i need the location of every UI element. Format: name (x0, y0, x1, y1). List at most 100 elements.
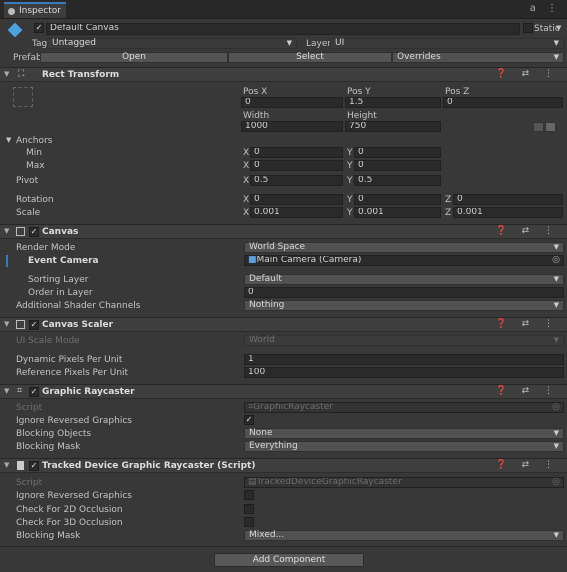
script-value: TrackedDeviceGraphicRaycaster (256, 477, 402, 487)
chevron-down-icon: ▼ (553, 429, 559, 437)
max-y-field[interactable]: 0 (354, 160, 441, 171)
component-menu-icons[interactable]: ❓ ⇄ ⋮ (496, 386, 559, 396)
tag-dropdown[interactable]: Untagged ▼ (47, 38, 297, 49)
max-x-field[interactable]: 0 (250, 160, 343, 171)
scale-z-field[interactable]: 0.001 (453, 207, 563, 218)
axis-z-label: Z (445, 208, 452, 218)
event-camera-value: Main Camera (Camera) (256, 255, 362, 265)
script-value: GraphicRaycaster (253, 402, 333, 412)
layer-dropdown[interactable]: UI ▼ (330, 38, 564, 49)
object-picker-icon[interactable]: ◎ (552, 256, 560, 265)
axis-x-label: X (243, 176, 250, 186)
prefab-select-button[interactable]: Select (228, 52, 392, 63)
graphic-raycaster-enabled-checkbox[interactable]: ✓ (29, 387, 39, 397)
pos-x-field[interactable]: 0 (241, 97, 343, 108)
canvas-scaler-enabled-checkbox[interactable]: ✓ (29, 320, 39, 330)
dynamic-ppu-field[interactable]: 1 (244, 354, 564, 365)
gameobject-cube-icon (7, 22, 23, 38)
chevron-down-icon: ▼ (553, 39, 559, 47)
prefab-open-button[interactable]: Open (40, 52, 228, 63)
event-camera-highlight-bar (6, 255, 8, 267)
object-picker-icon: ◎ (552, 402, 560, 412)
layer-label: Layer (306, 39, 332, 49)
static-checkbox[interactable] (523, 23, 533, 33)
raw-edit-button[interactable] (545, 122, 556, 132)
tracked-raycaster-header[interactable]: ▼ ✓ Tracked Device Graphic Raycaster (Sc… (0, 458, 567, 473)
min-y-field[interactable]: 0 (354, 147, 441, 158)
axis-y-label: Y (347, 176, 353, 186)
rotation-z-field[interactable]: 0 (453, 194, 563, 205)
chevron-down-icon: ▼ (553, 275, 559, 283)
tab-inspector[interactable]: Inspector (4, 2, 66, 18)
pivot-label: Pivot (16, 176, 39, 186)
object-picker-icon: ◎ (552, 477, 560, 487)
script-file-icon (17, 461, 24, 470)
foldout-arrow-icon[interactable]: ▼ (4, 461, 9, 469)
rotation-y-field[interactable]: 0 (354, 194, 441, 205)
tag-label: Tag (32, 39, 48, 49)
axis-z-label: Z (445, 195, 452, 205)
ignore-reversed-checkbox[interactable]: ✓ (244, 415, 254, 425)
tracked-raycaster-enabled-checkbox[interactable]: ✓ (29, 461, 39, 471)
pivot-y-field[interactable]: 0.5 (354, 175, 441, 186)
blocking-mask-dropdown[interactable]: Mixed... ▼ (244, 530, 564, 541)
tab-menu-icons[interactable]: a ⋮ (530, 3, 561, 14)
pos-z-field[interactable]: 0 (443, 97, 563, 108)
ignore-reversed-checkbox[interactable] (244, 490, 254, 500)
script-label: Script (16, 403, 43, 413)
check-3d-occlusion-checkbox[interactable] (244, 517, 254, 527)
pos-y-field[interactable]: 1.5 (345, 97, 441, 108)
width-label: Width (243, 111, 270, 121)
canvas-title: Canvas (42, 227, 79, 237)
height-field[interactable]: 750 (345, 121, 441, 132)
camera-icon: ■ (248, 255, 257, 265)
width-field[interactable]: 1000 (241, 121, 343, 132)
foldout-arrow-icon[interactable]: ▼ (4, 227, 9, 235)
canvas-enabled-checkbox[interactable]: ✓ (29, 227, 39, 237)
component-menu-icons[interactable]: ❓ ⇄ ⋮ (496, 226, 559, 236)
event-camera-label: Event Camera (28, 256, 99, 266)
active-checkbox[interactable]: ✓ (34, 23, 44, 33)
scale-y-field[interactable]: 0.001 (354, 207, 441, 218)
check-2d-occlusion-checkbox[interactable] (244, 504, 254, 514)
anchors-label: Anchors (16, 136, 53, 146)
chevron-down-icon: ▼ (553, 531, 559, 539)
dynamic-ppu-label: Dynamic Pixels Per Unit (16, 355, 123, 365)
graphic-raycaster-header[interactable]: ▼ ⌗ ✓ Graphic Raycaster ❓ ⇄ ⋮ (0, 384, 567, 399)
anchors-foldout-icon[interactable]: ▼ (6, 136, 11, 144)
sorting-layer-dropdown[interactable]: Default ▼ (244, 274, 564, 285)
min-x-field[interactable]: 0 (250, 147, 343, 158)
render-mode-dropdown[interactable]: World Space ▼ (244, 242, 564, 253)
order-in-layer-field[interactable]: 0 (244, 287, 564, 298)
script-file-icon: ▤ (248, 477, 257, 487)
scale-x-field[interactable]: 0.001 (250, 207, 343, 218)
rect-transform-header[interactable]: ▼ ⛶ Rect Transform ❓ ⇄ ⋮ (0, 67, 567, 82)
event-camera-field[interactable]: ■Main Camera (Camera) ◎ (244, 255, 564, 266)
shader-channels-label: Additional Shader Channels (16, 301, 141, 311)
blocking-objects-dropdown[interactable]: None ▼ (244, 428, 564, 439)
static-dropdown-icon[interactable]: ▼ (556, 24, 561, 32)
rect-transform-title: Rect Transform (42, 70, 120, 80)
reference-ppu-field[interactable]: 100 (244, 367, 564, 378)
foldout-arrow-icon[interactable]: ▼ (4, 387, 9, 395)
foldout-arrow-icon[interactable]: ▼ (4, 70, 9, 78)
rotation-x-field[interactable]: 0 (250, 194, 343, 205)
component-menu-icons[interactable]: ❓ ⇄ ⋮ (496, 460, 559, 470)
rotation-label: Rotation (16, 195, 54, 205)
object-name-field[interactable]: Default Canvas (46, 23, 520, 35)
canvas-header[interactable]: ▼ ✓ Canvas ❓ ⇄ ⋮ (0, 224, 567, 239)
component-menu-icons[interactable]: ❓ ⇄ ⋮ (496, 319, 559, 329)
anchor-presets-icon[interactable] (13, 87, 33, 107)
inspector-tabbar: Inspector a ⋮ (0, 0, 567, 19)
shader-channels-dropdown[interactable]: Nothing ▼ (244, 300, 564, 311)
canvas-scaler-header[interactable]: ▼ ✓ Canvas Scaler ❓ ⇄ ⋮ (0, 317, 567, 332)
prefab-overrides-dropdown[interactable]: Overrides ▼ (392, 52, 564, 63)
canvas-scaler-title: Canvas Scaler (42, 320, 114, 330)
component-menu-icons[interactable]: ❓ ⇄ ⋮ (496, 69, 559, 79)
blocking-mask-dropdown[interactable]: Everything ▼ (244, 441, 564, 452)
blueprint-mode-button[interactable] (533, 122, 544, 132)
pivot-x-field[interactable]: 0.5 (250, 175, 343, 186)
ignore-reversed-label: Ignore Reversed Graphics (16, 416, 132, 426)
foldout-arrow-icon[interactable]: ▼ (4, 320, 9, 328)
add-component-button[interactable]: Add Component (214, 553, 364, 567)
